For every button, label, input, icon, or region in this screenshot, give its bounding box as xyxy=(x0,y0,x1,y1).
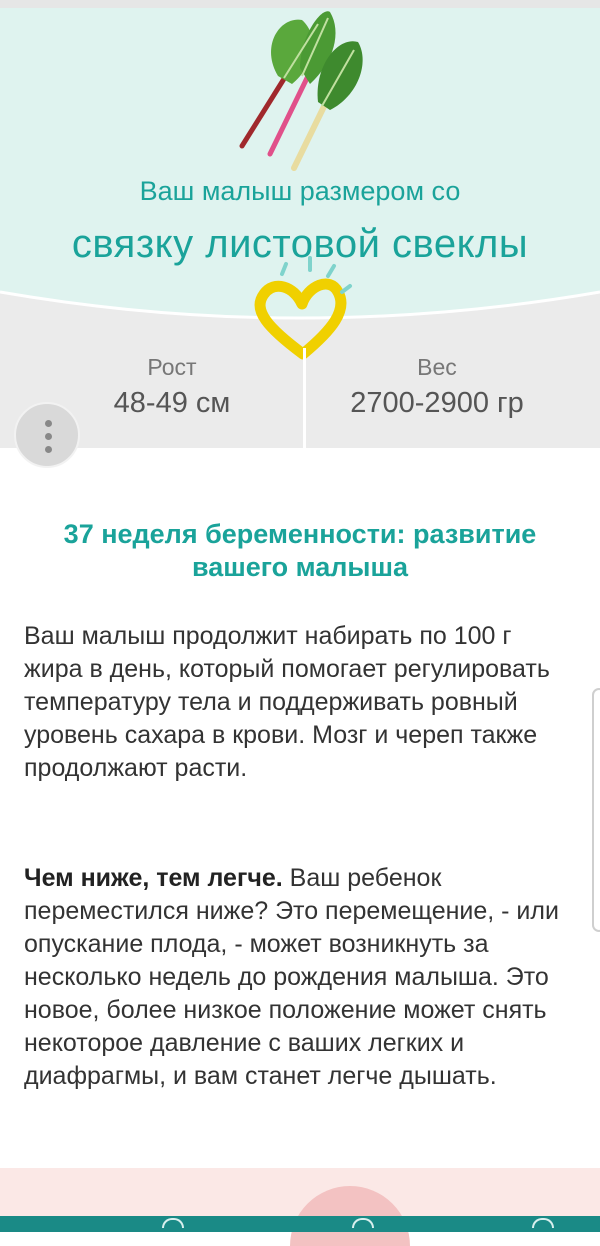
paragraph-body: Ваш ребенок переместился ниже? Это перем… xyxy=(24,864,559,1090)
more-vertical-icon xyxy=(45,420,52,427)
article-paragraph: Ваш малыш продолжит набирать по 100 г жи… xyxy=(24,622,550,782)
weight-label: Вес xyxy=(417,354,457,380)
side-panel-handle[interactable] xyxy=(592,688,600,932)
weight-stat: Вес 2700-2900 гр xyxy=(287,354,587,420)
bottom-navigation xyxy=(0,1216,600,1232)
section-title: 37 неделя беременности: развитие вашего … xyxy=(63,519,537,582)
article-paragraph: Чем ниже, тем легче. Ваш ребенок перемес… xyxy=(24,862,574,1093)
more-options-button[interactable] xyxy=(14,402,80,468)
weight-value: 2700-2900 гр xyxy=(350,387,524,419)
size-intro-text: Ваш малыш размером со xyxy=(139,176,461,206)
height-label: Рост xyxy=(147,354,197,380)
paragraph-lead: Чем ниже, тем легче. xyxy=(24,864,283,892)
chard-icon xyxy=(239,11,363,171)
